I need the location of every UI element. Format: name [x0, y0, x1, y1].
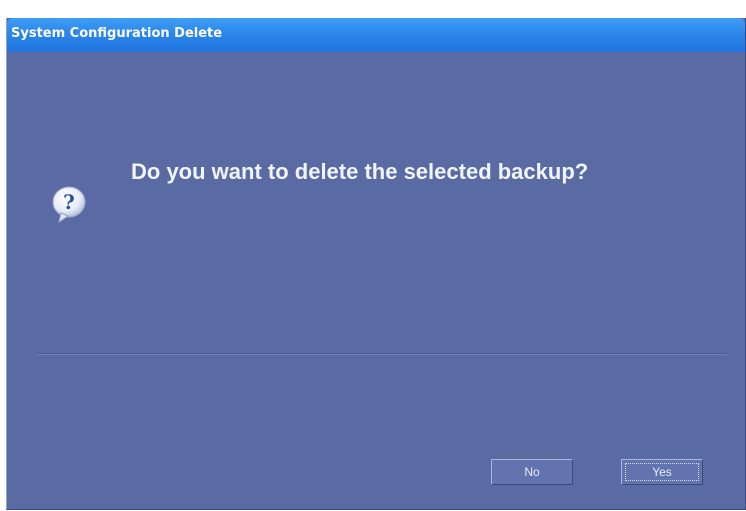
dialog-title: System Configuration Delete	[11, 26, 223, 41]
title-bar[interactable]: System Configuration Delete	[7, 18, 745, 52]
question-icon: ?	[51, 185, 87, 225]
svg-text:?: ?	[63, 190, 75, 214]
no-button[interactable]: No	[491, 459, 573, 485]
yes-button[interactable]: Yes	[621, 459, 703, 485]
separator	[37, 353, 727, 355]
confirm-dialog: System Configuration Delete ? Do you wan…	[6, 18, 746, 510]
yes-button-label: Yes	[652, 465, 672, 479]
no-button-label: No	[524, 465, 540, 479]
dialog-message: Do you want to delete the selected backu…	[131, 159, 589, 184]
